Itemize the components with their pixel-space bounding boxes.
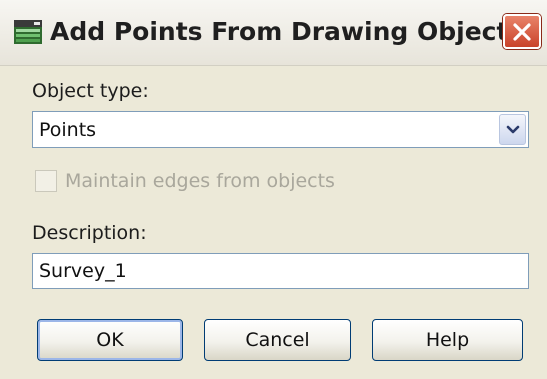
add-points-dialog: Add Points From Drawing Objects Object t… — [0, 0, 547, 379]
maintain-edges-label: Maintain edges from objects — [65, 170, 335, 192]
title-bar[interactable]: Add Points From Drawing Objects — [0, 0, 547, 66]
cancel-button[interactable]: Cancel — [204, 319, 351, 361]
description-field[interactable] — [32, 253, 529, 289]
description-label: Description: — [32, 222, 147, 244]
close-button[interactable] — [503, 14, 541, 49]
help-button[interactable]: Help — [372, 319, 523, 361]
maintain-edges-checkbox[interactable] — [35, 170, 57, 192]
dropdown-button[interactable] — [499, 114, 526, 145]
dialog-title: Add Points From Drawing Objects — [50, 17, 524, 46]
close-icon — [513, 23, 531, 41]
surface-icon — [14, 20, 42, 44]
object-type-label: Object type: — [32, 80, 149, 102]
chevron-down-icon — [506, 125, 520, 134]
object-type-value: Points — [39, 119, 97, 141]
ok-button[interactable]: OK — [37, 319, 183, 361]
description-input[interactable] — [33, 254, 528, 288]
object-type-select[interactable]: Points — [32, 111, 529, 148]
